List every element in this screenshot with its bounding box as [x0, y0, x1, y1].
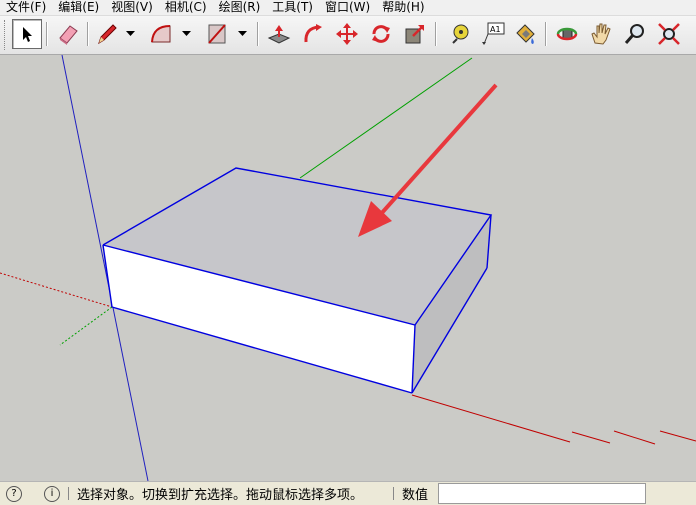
follow-me-icon	[304, 24, 322, 43]
push-pull-tool-button[interactable]	[264, 19, 294, 49]
zoom-tool-button[interactable]	[620, 19, 650, 49]
pencil-tool-button[interactable]	[92, 19, 122, 49]
status-separator	[68, 487, 69, 500]
tape-measure-icon	[452, 24, 469, 44]
zoom-extents-tool-button[interactable]	[654, 19, 684, 49]
status-bar: ? i 选择对象。切换到扩充选择。拖动鼠标选择多项。 数值	[0, 481, 696, 505]
chevron-down-icon	[237, 31, 247, 36]
toolbar-separator	[46, 22, 48, 46]
value-label: 数值	[402, 488, 429, 503]
red-axis-dash	[659, 430, 696, 442]
menu-help[interactable]: 帮助(H)	[376, 0, 430, 15]
pan-tool-button[interactable]	[586, 19, 616, 49]
select-tool-button[interactable]	[12, 19, 42, 49]
red-axis	[411, 394, 571, 443]
main-toolbar: A1	[0, 16, 696, 55]
orbit-icon	[556, 27, 578, 41]
chevron-down-icon	[181, 31, 191, 36]
eraser-icon	[59, 25, 78, 45]
scale-icon	[405, 25, 424, 44]
geo-location-icon[interactable]: ?	[6, 485, 22, 502]
rectangle-icon	[208, 24, 226, 44]
menu-view[interactable]: 视图(V)	[105, 0, 159, 15]
magnifier-icon	[624, 24, 644, 44]
red-axis-dash	[613, 430, 656, 445]
green-axis-negative	[59, 306, 113, 346]
hand-icon	[591, 23, 611, 45]
3d-modeling-viewport[interactable]	[0, 55, 696, 481]
menu-draw[interactable]: 绘图(R)	[213, 0, 267, 15]
red-axis-dash	[571, 431, 611, 444]
eraser-tool-button[interactable]	[53, 19, 83, 49]
arrow-cursor-icon	[23, 27, 32, 42]
rectangle-dropdown[interactable]	[236, 19, 248, 49]
tape-measure-tool-button[interactable]	[444, 19, 474, 49]
pencil-icon	[98, 24, 117, 45]
menu-bar: 文件(F) 编辑(E) 视图(V) 相机(C) 绘图(R) 工具(T) 窗口(W…	[0, 0, 696, 16]
info-icon[interactable]: i	[44, 485, 60, 502]
toolbar-separator	[435, 22, 437, 46]
push-pull-icon	[267, 25, 291, 44]
toolbar-grip[interactable]	[4, 20, 8, 50]
text-icon: A1	[482, 22, 505, 45]
zoom-extents-icon	[658, 23, 680, 45]
arc-tool-button[interactable]	[146, 19, 176, 49]
toolbar-separator	[545, 22, 547, 46]
green-axis	[299, 57, 473, 179]
move-arrows-icon	[336, 23, 358, 45]
arc-dropdown[interactable]	[180, 19, 192, 49]
chevron-down-icon	[125, 31, 135, 36]
menu-tools[interactable]: 工具(T)	[266, 0, 319, 15]
menu-edit[interactable]: 编辑(E)	[52, 0, 105, 15]
status-separator	[393, 487, 395, 500]
move-tool-button[interactable]	[332, 19, 362, 49]
menu-camera[interactable]: 相机(C)	[159, 0, 213, 15]
text-tool-button[interactable]: A1	[478, 19, 508, 49]
value-control-box[interactable]	[438, 483, 647, 504]
scene-canvas[interactable]	[0, 55, 696, 481]
paint-bucket-tool-button[interactable]	[510, 19, 540, 49]
rectangle-tool-button[interactable]	[202, 19, 232, 49]
rotate-tool-button[interactable]	[366, 19, 396, 49]
red-axis-negative	[0, 272, 113, 308]
toolbar-separator	[257, 22, 259, 46]
menu-file[interactable]: 文件(F)	[0, 0, 52, 15]
status-hint-text: 选择对象。切换到扩充选择。拖动鼠标选择多项。	[77, 488, 364, 503]
scale-tool-button[interactable]	[400, 19, 430, 49]
paint-bucket-icon	[516, 24, 535, 44]
toolbar-separator	[87, 22, 89, 46]
arc-icon	[151, 25, 171, 43]
pencil-dropdown[interactable]	[124, 19, 136, 49]
follow-me-tool-button[interactable]	[298, 19, 328, 49]
menu-window[interactable]: 窗口(W)	[319, 0, 376, 15]
rotate-icon	[372, 25, 390, 43]
orbit-tool-button[interactable]	[552, 19, 582, 49]
text-icon-label: A1	[490, 25, 501, 34]
